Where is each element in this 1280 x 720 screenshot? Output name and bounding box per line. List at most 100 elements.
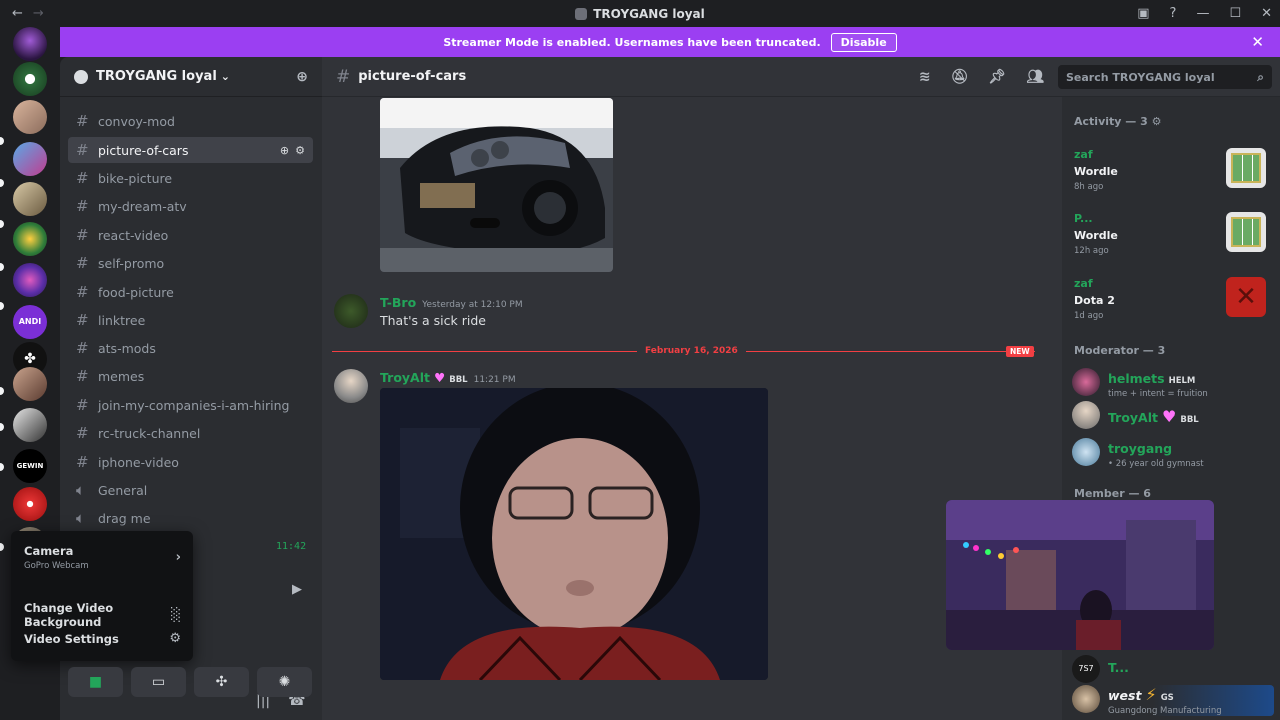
server-icon[interactable]: GEWIN xyxy=(13,449,47,483)
server-icon[interactable] xyxy=(13,182,47,216)
channel-item[interactable]: # linktree xyxy=(68,307,313,333)
divider-date: February 16, 2026 xyxy=(637,346,746,356)
channel-name: linktree xyxy=(98,312,146,328)
voice-channel-item[interactable]: 🔈︎ General xyxy=(68,477,313,503)
lightning-icon: ⚡ xyxy=(1145,685,1157,704)
activity-card[interactable]: P... Wordle 12h ago xyxy=(1074,212,1118,256)
dota-icon: ✕ xyxy=(1226,277,1266,317)
channel-item[interactable]: # iphone-video xyxy=(68,449,313,475)
channel-item[interactable]: # self-promo xyxy=(68,250,313,276)
video-attachment[interactable] xyxy=(380,388,768,680)
message-author[interactable]: TroyAlt ♥ BBL 11:21 PM xyxy=(380,370,516,385)
message-author[interactable]: T-Bro Yesterday at 12:10 PM xyxy=(380,295,523,310)
moderator-header: Moderator — 3 xyxy=(1074,344,1166,357)
channel-item[interactable]: # bike-picture xyxy=(68,165,313,191)
camera-icon[interactable]: ▶ xyxy=(292,582,302,597)
channel-item[interactable]: # memes xyxy=(68,363,313,389)
streamer-mode-banner: Streamer Mode is enabled. Usernames have… xyxy=(60,27,1280,57)
server-icon[interactable] xyxy=(13,367,47,401)
wordle-icon xyxy=(1226,148,1266,188)
car-image-attachment[interactable] xyxy=(380,98,613,272)
soundboard-button[interactable]: ✺ xyxy=(257,667,312,697)
channel-item[interactable]: # convoy-mod xyxy=(68,108,313,134)
server-icon[interactable] xyxy=(13,27,47,61)
member-item[interactable]: helmets HELM time + intent = fruition xyxy=(1072,368,1208,399)
add-member-icon[interactable]: ⊕ xyxy=(280,144,289,157)
gear-icon[interactable]: ⚙ xyxy=(1152,115,1162,128)
pip-video-frame xyxy=(946,500,1214,650)
threads-icon[interactable]: ≋ xyxy=(919,69,931,85)
inbox-icon[interactable]: ▣ xyxy=(1137,6,1149,21)
server-icon[interactable] xyxy=(13,222,47,256)
member-item[interactable]: 7S7 T... xyxy=(1072,655,1129,683)
hash-icon: # xyxy=(76,396,89,414)
server-icon[interactable] xyxy=(13,100,47,134)
close-banner-icon[interactable]: ✕ xyxy=(1251,33,1264,51)
channel-item[interactable]: # rc-truck-channel xyxy=(68,420,313,446)
minimize-button[interactable]: — xyxy=(1196,6,1209,21)
activities-button[interactable]: ✣ xyxy=(194,667,249,697)
unread-indicator xyxy=(0,263,4,271)
member-item[interactable]: TroyAlt ♥ BBL xyxy=(1072,401,1199,429)
guild-header[interactable]: TROYGANG loyal ⌄ ⊕ xyxy=(60,57,322,97)
background-icon: ░ xyxy=(171,607,181,623)
new-badge: NEW xyxy=(1006,346,1034,357)
avatar[interactable] xyxy=(334,369,368,403)
search-icon: ⌕ xyxy=(1257,69,1264,84)
activity-card[interactable]: zaf Dota 2 1d ago xyxy=(1074,277,1115,321)
hash-icon: # xyxy=(76,254,89,272)
server-tag: GS xyxy=(1160,693,1174,703)
gear-icon: ⚙ xyxy=(169,631,181,646)
unread-indicator xyxy=(0,423,4,431)
channel-title: picture-of-cars xyxy=(358,69,467,84)
member-item[interactable]: troygang • 26 year old gymnast xyxy=(1072,438,1204,469)
server-icon[interactable]: ANDI xyxy=(13,305,47,339)
screen-share-button[interactable]: ▭ xyxy=(131,667,186,697)
notification-bell-icon[interactable]: 🔕︎ xyxy=(951,69,969,85)
camera-menu-item[interactable]: Camera GoPro Webcam › xyxy=(24,544,181,571)
channel-name: join-my-companies-i-am-hiring xyxy=(98,397,290,413)
help-icon[interactable]: ? xyxy=(1170,6,1177,21)
member-list-icon[interactable]: 👥︎ xyxy=(1026,69,1044,85)
camera-toggle-button[interactable]: ■ xyxy=(68,667,123,697)
hash-icon: # xyxy=(76,112,89,130)
member-item[interactable]: west ⚡ GS Guangdong Manufacturing xyxy=(1072,685,1274,716)
hash-icon: # xyxy=(76,197,89,215)
webcam-frame xyxy=(380,388,768,680)
channel-item-active[interactable]: # picture-of-cars ⊕ ⚙ xyxy=(68,137,313,163)
wordle-icon xyxy=(1226,212,1266,252)
channel-name: ats-mods xyxy=(98,340,156,356)
channel-item[interactable]: # react-video xyxy=(68,222,313,248)
banner-text: Streamer Mode is enabled. Usernames have… xyxy=(443,35,821,49)
channel-item[interactable]: # ats-mods xyxy=(68,335,313,361)
gear-icon[interactable]: ⚙ xyxy=(295,144,305,157)
server-icon[interactable] xyxy=(13,142,47,176)
server-icon[interactable] xyxy=(13,263,47,297)
disable-button[interactable]: Disable xyxy=(830,32,897,52)
server-icon[interactable] xyxy=(13,487,47,521)
hash-icon: # xyxy=(76,367,89,385)
channel-item[interactable]: # join-my-companies-i-am-hiring xyxy=(68,392,313,418)
server-icon[interactable] xyxy=(13,408,47,442)
unread-indicator xyxy=(0,179,4,187)
channel-item[interactable]: # my-dream-atv xyxy=(68,193,313,219)
avatar[interactable] xyxy=(334,294,368,328)
camera-label: Camera xyxy=(24,544,74,558)
pip-video-stream[interactable] xyxy=(946,500,1214,650)
maximize-button[interactable]: ☐ xyxy=(1229,6,1241,21)
search-input[interactable]: Search TROYGANG loyal ⌕ xyxy=(1058,65,1272,89)
pin-icon[interactable]: 📌︎ xyxy=(988,69,1006,85)
server-icon[interactable] xyxy=(13,62,47,96)
car-photo xyxy=(380,98,613,272)
invite-icon[interactable]: ⊕ xyxy=(296,69,308,85)
message-timestamp: Yesterday at 12:10 PM xyxy=(422,300,523,310)
voice-channel-item[interactable]: 🔈︎ drag me xyxy=(68,505,313,531)
video-settings-menu-item[interactable]: Video Settings ⚙ xyxy=(24,631,181,646)
close-window-button[interactable]: ✕ xyxy=(1261,6,1272,21)
server-tag: BBL xyxy=(1180,415,1199,425)
activity-card[interactable]: zaf Wordle 8h ago xyxy=(1074,148,1118,192)
change-background-menu-item[interactable]: Change Video Background ░ xyxy=(24,601,181,629)
channel-item[interactable]: # food-picture xyxy=(68,279,313,305)
channel-name: iphone-video xyxy=(98,454,179,470)
hash-icon: # xyxy=(76,283,89,301)
